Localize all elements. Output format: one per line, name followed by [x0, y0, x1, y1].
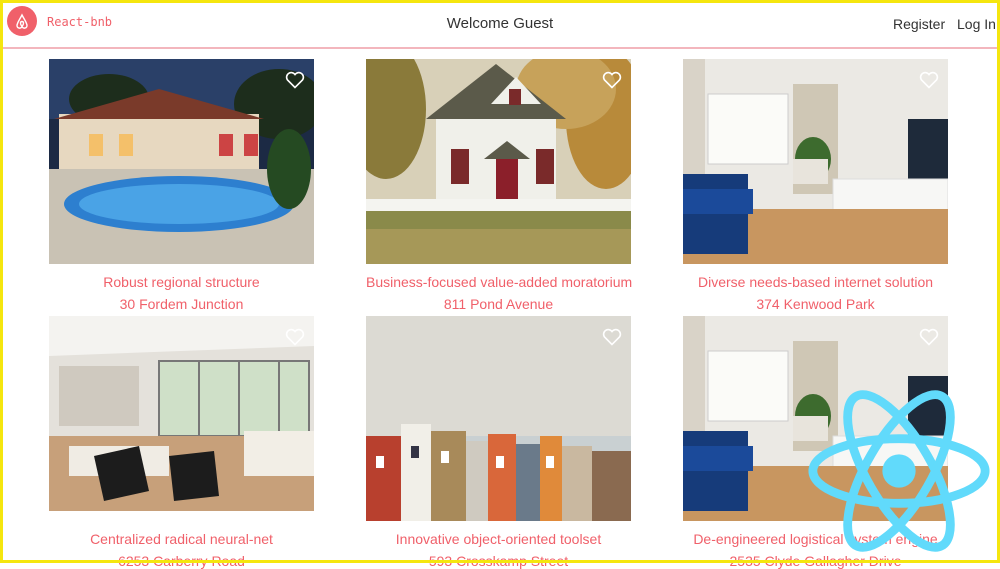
welcome-message: Welcome Guest — [446, 15, 554, 32]
favorite-heart-icon[interactable] — [919, 71, 939, 89]
register-link[interactable]: Register — [893, 16, 945, 32]
favorite-heart-icon[interactable] — [919, 328, 939, 346]
listing-card[interactable]: Business-focused value-added moratorium … — [366, 59, 632, 312]
listing-address: 593 Crosskamp Street — [428, 553, 569, 569]
listing-title[interactable]: Robust regional structure — [49, 274, 314, 290]
living-room-blue-sofa-photo[interactable] — [683, 59, 948, 264]
listing-address: 6253 Carberry Road — [118, 553, 245, 569]
favorite-heart-icon[interactable] — [602, 328, 622, 346]
listing-card[interactable]: Robust regional structure 30 Fordem Junc… — [49, 59, 314, 312]
favorite-heart-icon[interactable] — [285, 71, 305, 89]
colorful-townhouses-photo[interactable] — [366, 316, 631, 521]
listing-title[interactable]: Centralized radical neural-net — [49, 531, 314, 547]
listing-address: 811 Pond Avenue — [443, 296, 554, 312]
listing-address: 30 Fordem Junction — [119, 296, 244, 312]
react-logo-icon — [808, 390, 990, 552]
listing-title[interactable]: Diverse needs-based internet solution — [683, 274, 948, 290]
open-plan-living-room-photo[interactable] — [49, 316, 314, 521]
listing-title[interactable]: Innovative object-oriented toolset — [366, 531, 631, 547]
favorite-heart-icon[interactable] — [602, 71, 622, 89]
listing-address: 374 Kenwood Park — [756, 296, 875, 312]
listing-card[interactable]: Innovative object-oriented toolset 593 C… — [366, 316, 631, 569]
navbar: React-bnb Welcome Guest Register Log In — [3, 3, 997, 49]
villa-pool-night-photo[interactable] — [49, 59, 314, 264]
listing-card[interactable]: Centralized radical neural-net 6253 Carb… — [49, 316, 314, 569]
login-link[interactable]: Log In — [957, 16, 996, 32]
listing-title[interactable]: Business-focused value-added moratorium — [366, 274, 632, 290]
favorite-heart-icon[interactable] — [285, 328, 305, 346]
white-cottage-autumn-photo[interactable] — [366, 59, 631, 264]
listing-card[interactable]: Diverse needs-based internet solution 37… — [683, 59, 948, 312]
